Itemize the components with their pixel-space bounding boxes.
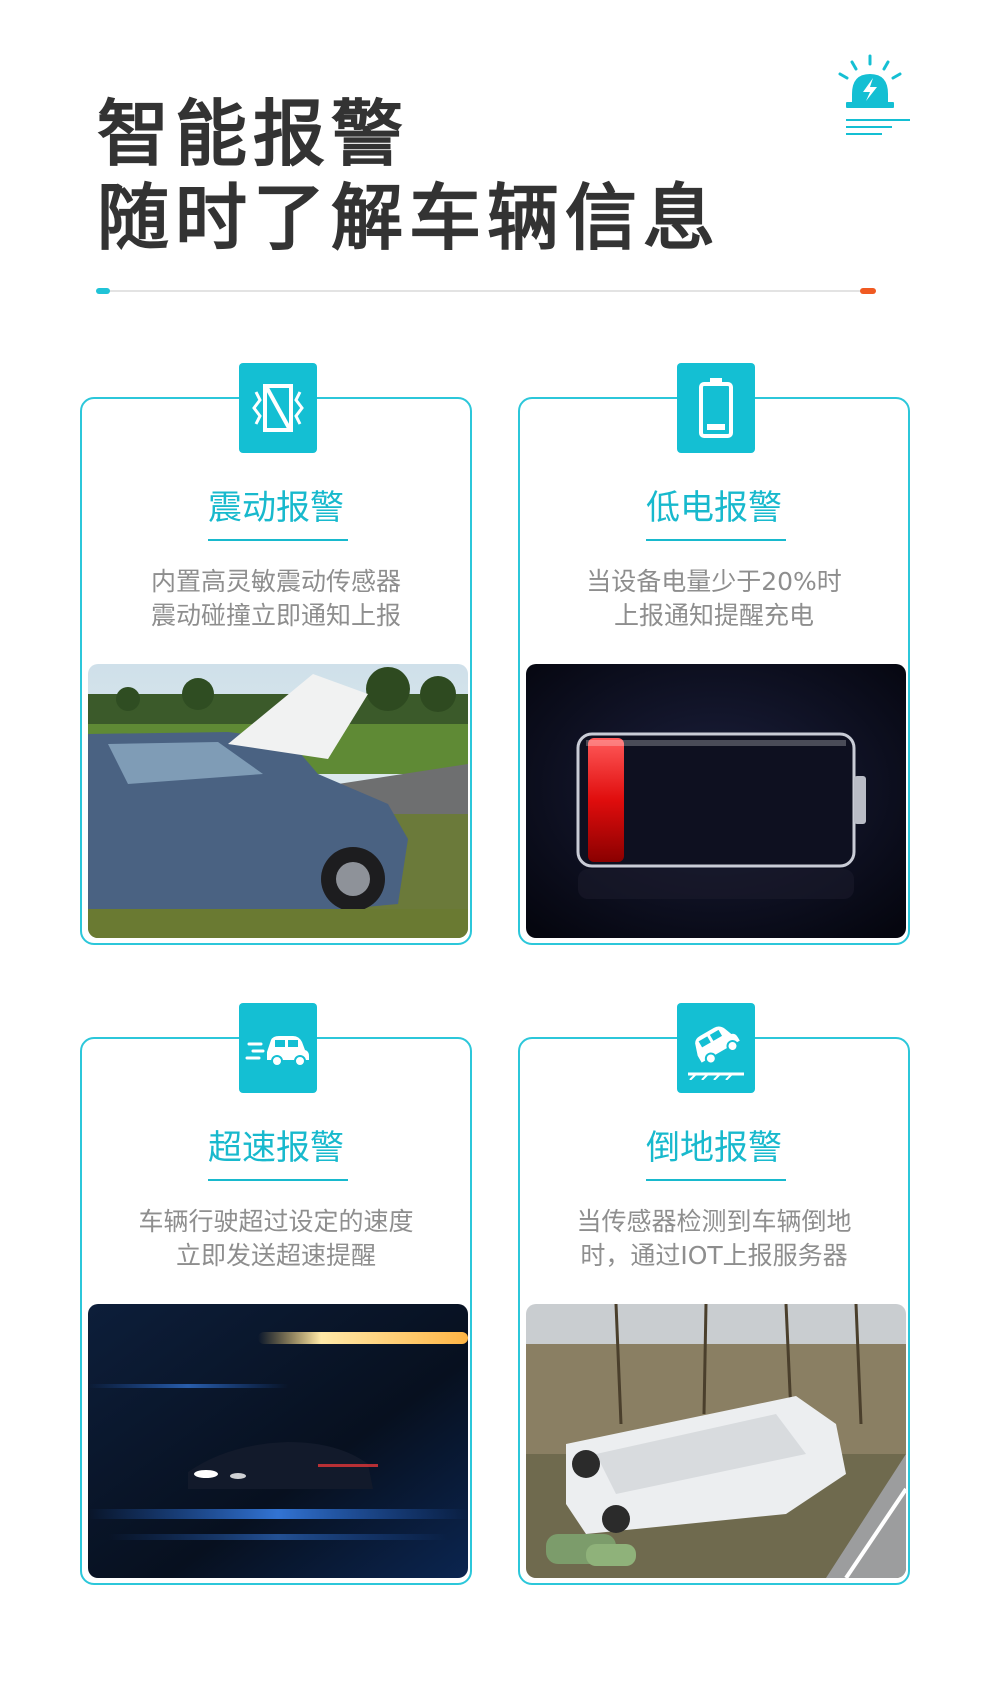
description-line: 当设备电量少于20%时: [586, 567, 842, 596]
card-title: 低电报警: [646, 488, 782, 528]
page-title-line-1: 智能报警: [97, 92, 410, 176]
overturned-vehicle-photo: [526, 1304, 906, 1578]
overturn-alarm-card: 倒地报警 当传感器检测到车辆倒地 时，通过IOT上报服务器: [518, 1003, 910, 1585]
card-description: 内置高灵敏震动传感器 震动碰撞立即通知上报: [92, 565, 460, 633]
vibration-icon: [252, 384, 304, 432]
car-with-open-hood-photo: [88, 664, 468, 938]
speeding-badge: [239, 1003, 317, 1093]
low-battery-alarm-card: 低电报警 当设备电量少于20%时 上报通知提醒充电: [518, 363, 910, 945]
low-battery-photo: [526, 664, 906, 938]
vibration-alarm-card: 震动报警 内置高灵敏震动传感器 震动碰撞立即通知上报: [80, 363, 472, 945]
divider-cap-left: [96, 288, 110, 294]
description-line: 当传感器检测到车辆倒地: [576, 1207, 852, 1236]
alarm-light-icon: [838, 54, 910, 135]
card-title: 震动报警: [208, 488, 344, 528]
title-underline: [208, 539, 348, 541]
battery-icon: [699, 378, 733, 438]
header-divider: [96, 288, 876, 294]
description-line: 立即发送超速提醒: [175, 1241, 376, 1270]
vibration-badge: [239, 363, 317, 453]
card-title: 超速报警: [208, 1128, 344, 1168]
night-speeding-car-photo: [88, 1304, 468, 1578]
description-line: 内置高灵敏震动传感器: [150, 567, 401, 596]
divider-cap-right: [860, 288, 876, 294]
description-line: 震动碰撞立即通知上报: [150, 601, 401, 630]
overturn-badge: [677, 1003, 755, 1093]
title-underline: [646, 1179, 786, 1181]
overturned-car-icon: [688, 1026, 744, 1080]
card-title: 倒地报警: [646, 1128, 782, 1168]
description-line: 车辆行驶超过设定的速度: [138, 1207, 414, 1236]
speeding-car-icon: [245, 1036, 309, 1067]
card-description: 当传感器检测到车辆倒地 时，通过IOT上报服务器: [530, 1205, 898, 1273]
title-underline: [646, 539, 786, 541]
description-line: 上报通知提醒充电: [613, 601, 814, 630]
battery-badge: [677, 363, 755, 453]
card-description: 车辆行驶超过设定的速度 立即发送超速提醒: [92, 1205, 460, 1273]
title-underline: [208, 1179, 348, 1181]
card-description: 当设备电量少于20%时 上报通知提醒充电: [530, 565, 898, 633]
page-title-line-2: 随时了解车辆信息: [97, 176, 722, 260]
speeding-alarm-card: 超速报警 车辆行驶超过设定的速度 立即发送超速提醒: [80, 1003, 472, 1585]
description-line: 时，通过IOT上报服务器: [580, 1241, 848, 1270]
